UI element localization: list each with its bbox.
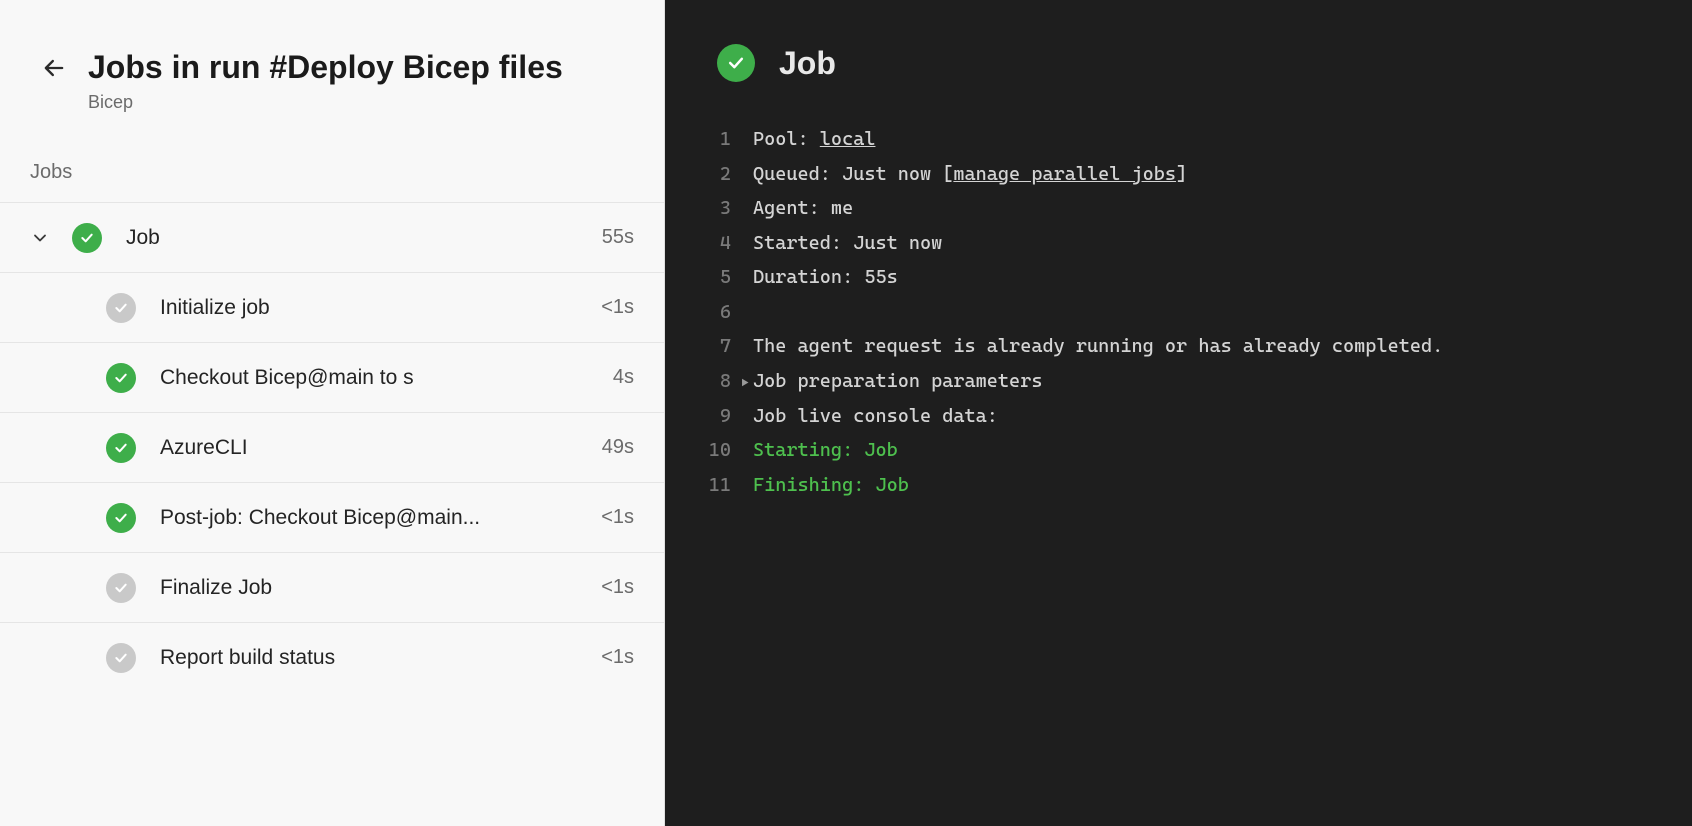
check-icon xyxy=(106,573,136,603)
check-icon xyxy=(717,44,755,82)
log-line: 10 Starting: Job xyxy=(685,433,1672,468)
step-row[interactable]: Report build status <1s xyxy=(0,622,664,692)
step-duration: <1s xyxy=(601,646,634,669)
log-text: ] xyxy=(1176,163,1187,185)
log-text: Finishing: Job xyxy=(753,468,909,503)
log-text: Job preparation parameters xyxy=(753,364,1042,399)
check-icon xyxy=(106,293,136,323)
line-number: 7 xyxy=(685,329,731,364)
step-duration: 49s xyxy=(602,436,634,459)
title-block: Jobs in run #Deploy Bicep files Bicep xyxy=(88,48,634,113)
log-area[interactable]: 1 Pool: local 2 Queued: Just now [manage… xyxy=(665,112,1692,522)
check-icon xyxy=(72,223,102,253)
step-label: Initialize job xyxy=(160,296,589,320)
fold-triangle-icon[interactable]: ▶ xyxy=(737,372,753,396)
log-line: 1 Pool: local xyxy=(685,122,1672,157)
steps-list: Initialize job <1s Checkout Bicep@main to … xyxy=(0,272,664,692)
step-row[interactable]: AzureCLI 49s xyxy=(0,412,664,482)
jobs-section-label: Jobs xyxy=(0,143,664,202)
pool-link[interactable]: local xyxy=(820,128,876,150)
step-label: AzureCLI xyxy=(160,436,590,460)
step-row[interactable]: Post-job: Checkout Bicep@main... <1s xyxy=(0,482,664,552)
log-line: 6 xyxy=(685,295,1672,330)
log-text: Starting: Job xyxy=(753,433,898,468)
log-line: 11 Finishing: Job xyxy=(685,468,1672,503)
page-header: Jobs in run #Deploy Bicep files Bicep xyxy=(0,0,664,143)
step-label: Report build status xyxy=(160,646,589,670)
log-text: The agent request is already running or … xyxy=(753,329,1443,364)
step-row[interactable]: Checkout Bicep@main to s 4s xyxy=(0,342,664,412)
line-number: 6 xyxy=(685,295,731,330)
check-icon xyxy=(106,503,136,533)
step-duration: <1s xyxy=(601,576,634,599)
step-duration: 4s xyxy=(613,366,634,389)
log-line: 4 Started: Just now xyxy=(685,226,1672,261)
step-duration: <1s xyxy=(601,506,634,529)
log-text: Queued: Just now [ xyxy=(753,163,953,185)
log-text: Pool: xyxy=(753,128,820,150)
log-line: 9 Job live console data: xyxy=(685,399,1672,434)
line-number: 4 xyxy=(685,226,731,261)
log-text: Job live console data: xyxy=(753,399,998,434)
chevron-down-icon[interactable] xyxy=(30,228,50,248)
step-row[interactable]: Initialize job <1s xyxy=(0,272,664,342)
log-line: 2 Queued: Just now [manage parallel jobs… xyxy=(685,157,1672,192)
log-line: 7 The agent request is already running o… xyxy=(685,329,1672,364)
line-number: 11 xyxy=(685,468,731,503)
job-name: Job xyxy=(126,226,590,250)
line-number: 5 xyxy=(685,260,731,295)
page-title: Jobs in run #Deploy Bicep files xyxy=(88,48,634,86)
log-text: Agent: me xyxy=(753,191,853,226)
line-number: 1 xyxy=(685,122,731,157)
back-arrow-icon[interactable] xyxy=(40,54,68,82)
log-text: Started: Just now xyxy=(753,226,942,261)
check-icon xyxy=(106,363,136,393)
log-line: 5 Duration: 55s xyxy=(685,260,1672,295)
log-header: Job xyxy=(665,0,1692,112)
step-duration: <1s xyxy=(601,296,634,319)
line-number: 3 xyxy=(685,191,731,226)
page-subtitle: Bicep xyxy=(88,92,634,113)
log-text: Duration: 55s xyxy=(753,260,898,295)
step-label: Finalize Job xyxy=(160,576,589,600)
check-icon xyxy=(106,643,136,673)
check-icon xyxy=(106,433,136,463)
step-row[interactable]: Finalize Job <1s xyxy=(0,552,664,622)
right-panel: Job 1 Pool: local 2 Queued: Just now [ma… xyxy=(665,0,1692,826)
step-label: Checkout Bicep@main to s xyxy=(160,366,601,390)
line-number: 2 xyxy=(685,157,731,192)
line-number: 10 xyxy=(685,433,731,468)
line-number: 9 xyxy=(685,399,731,434)
job-duration: 55s xyxy=(602,226,634,249)
log-line-foldable[interactable]: 8▶ Job preparation parameters xyxy=(685,364,1672,399)
log-line: 3 Agent: me xyxy=(685,191,1672,226)
line-number: 8 xyxy=(685,364,731,399)
step-label: Post-job: Checkout Bicep@main... xyxy=(160,506,589,530)
log-job-title: Job xyxy=(779,45,836,82)
left-panel: Jobs in run #Deploy Bicep files Bicep Jo… xyxy=(0,0,665,826)
job-row[interactable]: Job 55s xyxy=(0,202,664,272)
manage-parallel-jobs-link[interactable]: manage parallel jobs xyxy=(953,163,1176,185)
